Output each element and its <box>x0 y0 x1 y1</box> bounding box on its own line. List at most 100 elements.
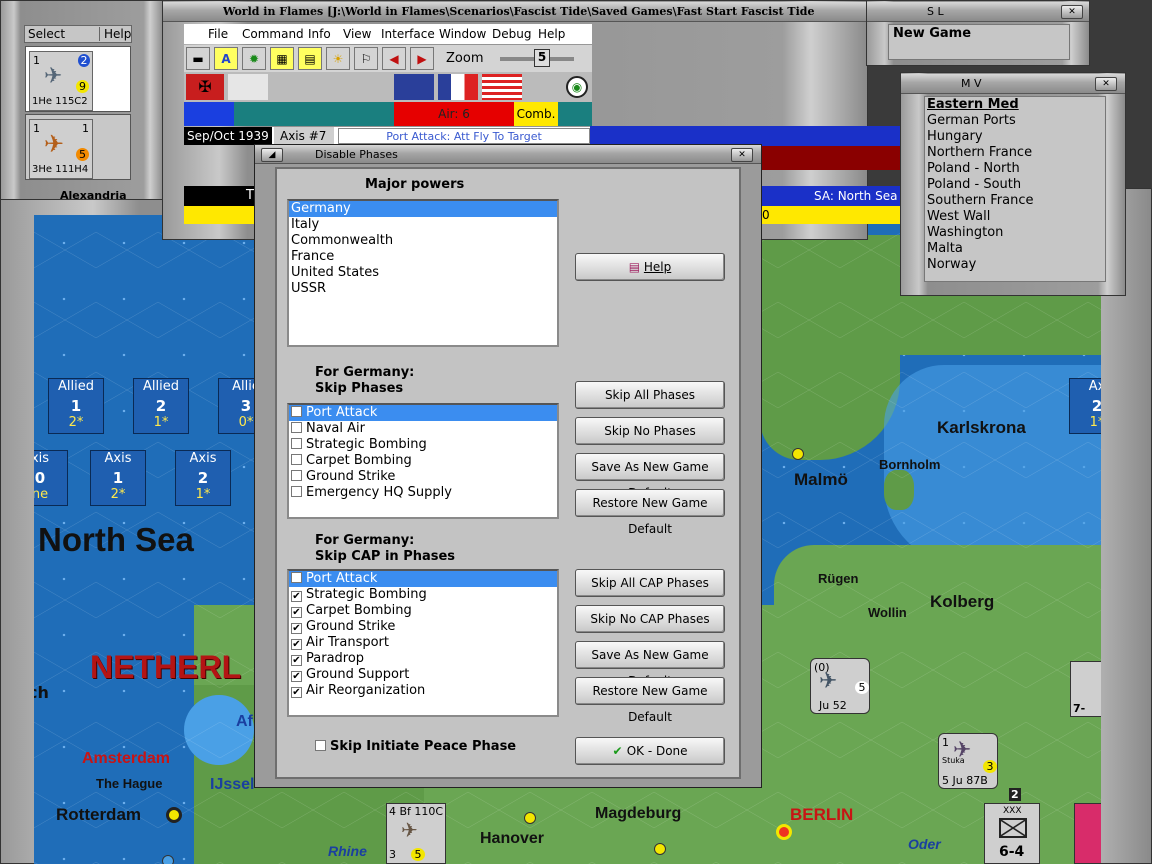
peace-checkbox[interactable]: Skip Initiate Peace Phase <box>315 739 516 754</box>
skip-cap-list[interactable]: Port Attack ✔ Strategic Bombing ✔ Carpet Bom… <box>287 569 559 717</box>
skip-all-phases-button[interactable]: Skip All Phases <box>575 381 725 409</box>
phase-item[interactable]: Naval Air <box>289 421 557 437</box>
usa-flag-icon[interactable] <box>482 74 522 100</box>
skip-no-cap-button[interactable]: Skip No CAP Phases <box>575 605 725 633</box>
menu-file[interactable]: File <box>208 24 228 44</box>
ok-done-button[interactable]: ✔ OK - Done <box>575 737 725 765</box>
phase-item[interactable]: ✔ Carpet Bombing <box>289 603 557 619</box>
skip-no-phases-button[interactable]: Skip No Phases <box>575 417 725 445</box>
unit-ju52[interactable]: (0) ✈ 5 Ju 52 <box>810 658 870 714</box>
close-icon[interactable]: ✕ <box>1061 5 1083 19</box>
sun-icon[interactable]: ☀ <box>326 47 350 70</box>
zoom-value[interactable]: 5 <box>534 49 550 67</box>
tab-select[interactable]: Select <box>28 27 65 41</box>
axis-box-2[interactable]: Axis 2 1* <box>175 450 231 506</box>
menu-debug[interactable]: Debug <box>492 24 531 44</box>
menu-info[interactable]: Info <box>308 24 331 44</box>
axis-box-right[interactable]: Ax 21* <box>1069 378 1101 434</box>
mv-item[interactable]: Northern France <box>925 145 1105 161</box>
city-dot-malmo[interactable] <box>792 448 804 460</box>
dialog-titlebar[interactable]: ◢ Disable Phases ✕ <box>255 145 761 164</box>
unit-red-edge[interactable] <box>1074 803 1101 864</box>
city-dot-berlin[interactable] <box>776 824 792 840</box>
phase-item[interactable]: ✔ Air Transport <box>289 635 557 651</box>
arrow-left-icon[interactable]: ◀ <box>382 47 406 70</box>
menu-icon[interactable]: ◢ <box>261 148 283 162</box>
phase-item[interactable]: Strategic Bombing <box>289 437 557 453</box>
checkbox[interactable] <box>291 572 302 583</box>
checkbox[interactable] <box>291 454 302 465</box>
skip-all-cap-button[interactable]: Skip All CAP Phases <box>575 569 725 597</box>
train-icon[interactable]: ▬ <box>186 47 210 70</box>
save-default-cap-button[interactable]: Save As New Game Default <box>575 641 725 688</box>
unit-card-1[interactable]: 1 2 ✈ 9 1He 115C2 <box>25 46 131 112</box>
checkbox[interactable]: ✔ <box>291 623 302 634</box>
axis-box-1[interactable]: Axis 1 2* <box>90 450 146 506</box>
unit-ju87[interactable]: 1 Stuka ✈ 3 5 Ju 87B <box>938 733 998 789</box>
allied-box-2[interactable]: Allied 2 1* <box>133 378 189 434</box>
arrow-right-icon[interactable]: ▶ <box>410 47 434 70</box>
close-icon[interactable]: ✕ <box>1095 77 1117 91</box>
skip-phases-list[interactable]: Port Attack Naval Air Strategic Bombing Car… <box>287 403 559 519</box>
menu-command[interactable]: Command <box>242 24 304 44</box>
checkbox[interactable] <box>291 486 302 497</box>
power-item[interactable]: USSR <box>289 281 557 297</box>
flag-icon[interactable]: ⚐ <box>354 47 378 70</box>
germany-flag-icon[interactable]: ✠ <box>186 74 224 100</box>
phase-item[interactable]: ✔ Ground Strike <box>289 619 557 635</box>
checkbox[interactable] <box>291 438 302 449</box>
checkbox[interactable] <box>315 740 326 751</box>
menu-view[interactable]: View <box>343 24 371 44</box>
mv-item[interactable]: Southern France <box>925 193 1105 209</box>
powers-list[interactable]: Germany Italy Commonwealth France United Sta… <box>287 199 559 347</box>
mv-item[interactable]: Hungary <box>925 129 1105 145</box>
grid-icon[interactable]: ▦ <box>270 47 294 70</box>
checkbox[interactable] <box>291 406 302 417</box>
france-flag-icon[interactable] <box>438 74 478 100</box>
mv-item[interactable]: Poland - North <box>925 161 1105 177</box>
axis-box-0[interactable]: xis 0 ne <box>34 450 68 506</box>
menu-window[interactable]: Window <box>439 24 486 44</box>
tab-help[interactable]: Help <box>99 27 131 41</box>
uk-flag-icon[interactable] <box>394 74 434 100</box>
phase-item[interactable]: ✔ Ground Support <box>289 667 557 683</box>
mv-titlebar[interactable]: M V ✕ <box>901 74 1125 94</box>
phase-item[interactable]: Emergency HQ Supply <box>289 485 557 501</box>
phase-item[interactable]: Carpet Bombing <box>289 453 557 469</box>
mv-item[interactable]: Norway <box>925 257 1105 273</box>
main-titlebar[interactable]: World in Flames [J:\World in Flames\Scen… <box>163 2 867 22</box>
checkbox[interactable]: ✔ <box>291 671 302 682</box>
restore-default-cap-button[interactable]: Restore New Game Default <box>575 677 725 724</box>
phase-item[interactable]: ✔ Air Reorganization <box>289 683 557 699</box>
power-item[interactable]: United States <box>289 265 557 281</box>
mv-item[interactable]: Malta <box>925 241 1105 257</box>
restore-default-button[interactable]: Restore New Game Default <box>575 489 725 536</box>
mv-item[interactable]: West Wall <box>925 209 1105 225</box>
mv-item[interactable]: Poland - South <box>925 177 1105 193</box>
italy-flag-icon[interactable] <box>228 74 268 100</box>
phase-item[interactable]: Ground Strike <box>289 469 557 485</box>
sl-titlebar[interactable]: S L ✕ <box>867 2 1089 22</box>
phase-item[interactable]: Port Attack <box>289 405 557 421</box>
a-icon[interactable]: A <box>214 47 238 70</box>
menu-interface[interactable]: Interface <box>381 24 435 44</box>
power-item[interactable]: Commonwealth <box>289 233 557 249</box>
city-dot-rotterdam[interactable] <box>162 855 174 864</box>
unit-edge[interactable]: 7- <box>1070 661 1101 717</box>
mv-item[interactable]: German Ports <box>925 113 1105 129</box>
city-dot-hanover[interactable] <box>524 812 536 824</box>
mv-item[interactable]: Washington <box>925 225 1105 241</box>
checkbox[interactable]: ✔ <box>291 607 302 618</box>
phase-item[interactable]: ✔ Strategic Bombing <box>289 587 557 603</box>
city-dot-magdeburg[interactable] <box>654 843 666 855</box>
unit-corps[interactable]: XXX 2 6-4 <box>984 788 1040 864</box>
checkbox[interactable]: ✔ <box>291 639 302 650</box>
sl-item-new-game[interactable]: New Game <box>889 25 1069 42</box>
checkbox[interactable] <box>291 422 302 433</box>
unit-bf110[interactable]: 4 Bf 110C ✈ 3 5 <box>386 803 446 864</box>
page-icon[interactable]: ▤ <box>298 47 322 70</box>
city-dot-hague[interactable] <box>166 807 182 823</box>
save-default-button[interactable]: Save As New Game Default <box>575 453 725 500</box>
phase-item[interactable]: ✔ Paradrop <box>289 651 557 667</box>
checkbox[interactable]: ✔ <box>291 655 302 666</box>
